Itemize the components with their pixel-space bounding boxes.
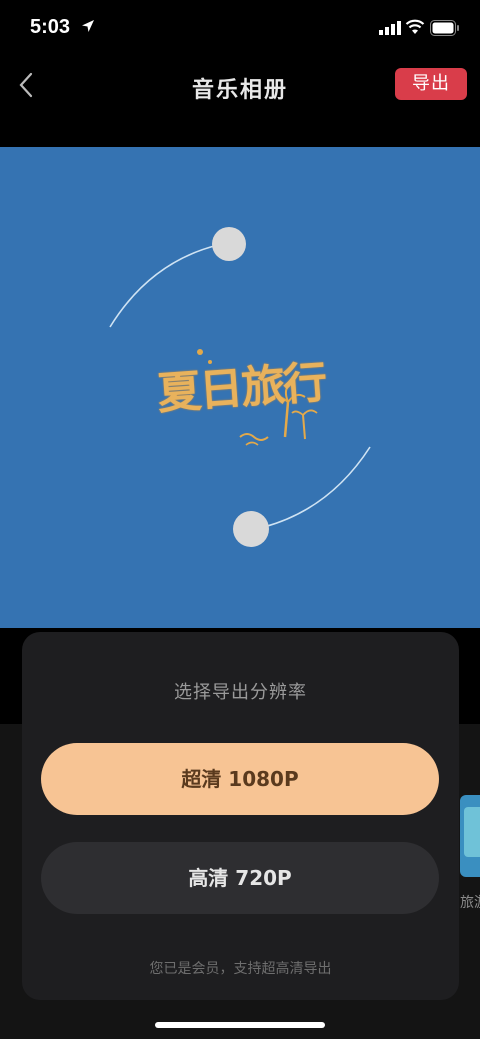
export-resolution-sheet: 选择导出分辨率 超清 1080P 高清 720P 您已是会员，支持超高清导出 (22, 632, 459, 1000)
status-bar: 5:03 (0, 0, 480, 56)
cellular-signal-icon (379, 21, 401, 35)
location-arrow-icon (82, 20, 94, 32)
orbit-dot-top (212, 227, 246, 261)
template-label: 旅游 (460, 895, 480, 911)
wifi-icon (405, 19, 425, 34)
export-button[interactable]: 导出 (395, 68, 467, 100)
battery-icon (430, 20, 459, 36)
option-720p-button[interactable]: 高清 720P (41, 842, 439, 914)
sheet-title: 选择导出分辨率 (174, 682, 307, 703)
membership-note: 您已是会员，支持超高清导出 (149, 961, 332, 977)
home-indicator[interactable] (155, 1022, 325, 1028)
status-time: 5:03 (30, 16, 71, 38)
preview-logo-text: 夏日旅行 (155, 357, 327, 420)
nav-bar: 音乐相册 导出 (0, 56, 480, 120)
orbit-dot-bottom (233, 511, 269, 547)
album-preview[interactable]: 夏日旅行 (0, 147, 480, 628)
option-1080p-button[interactable]: 超清 1080P (41, 743, 439, 815)
template-thumbnail[interactable] (460, 795, 480, 877)
